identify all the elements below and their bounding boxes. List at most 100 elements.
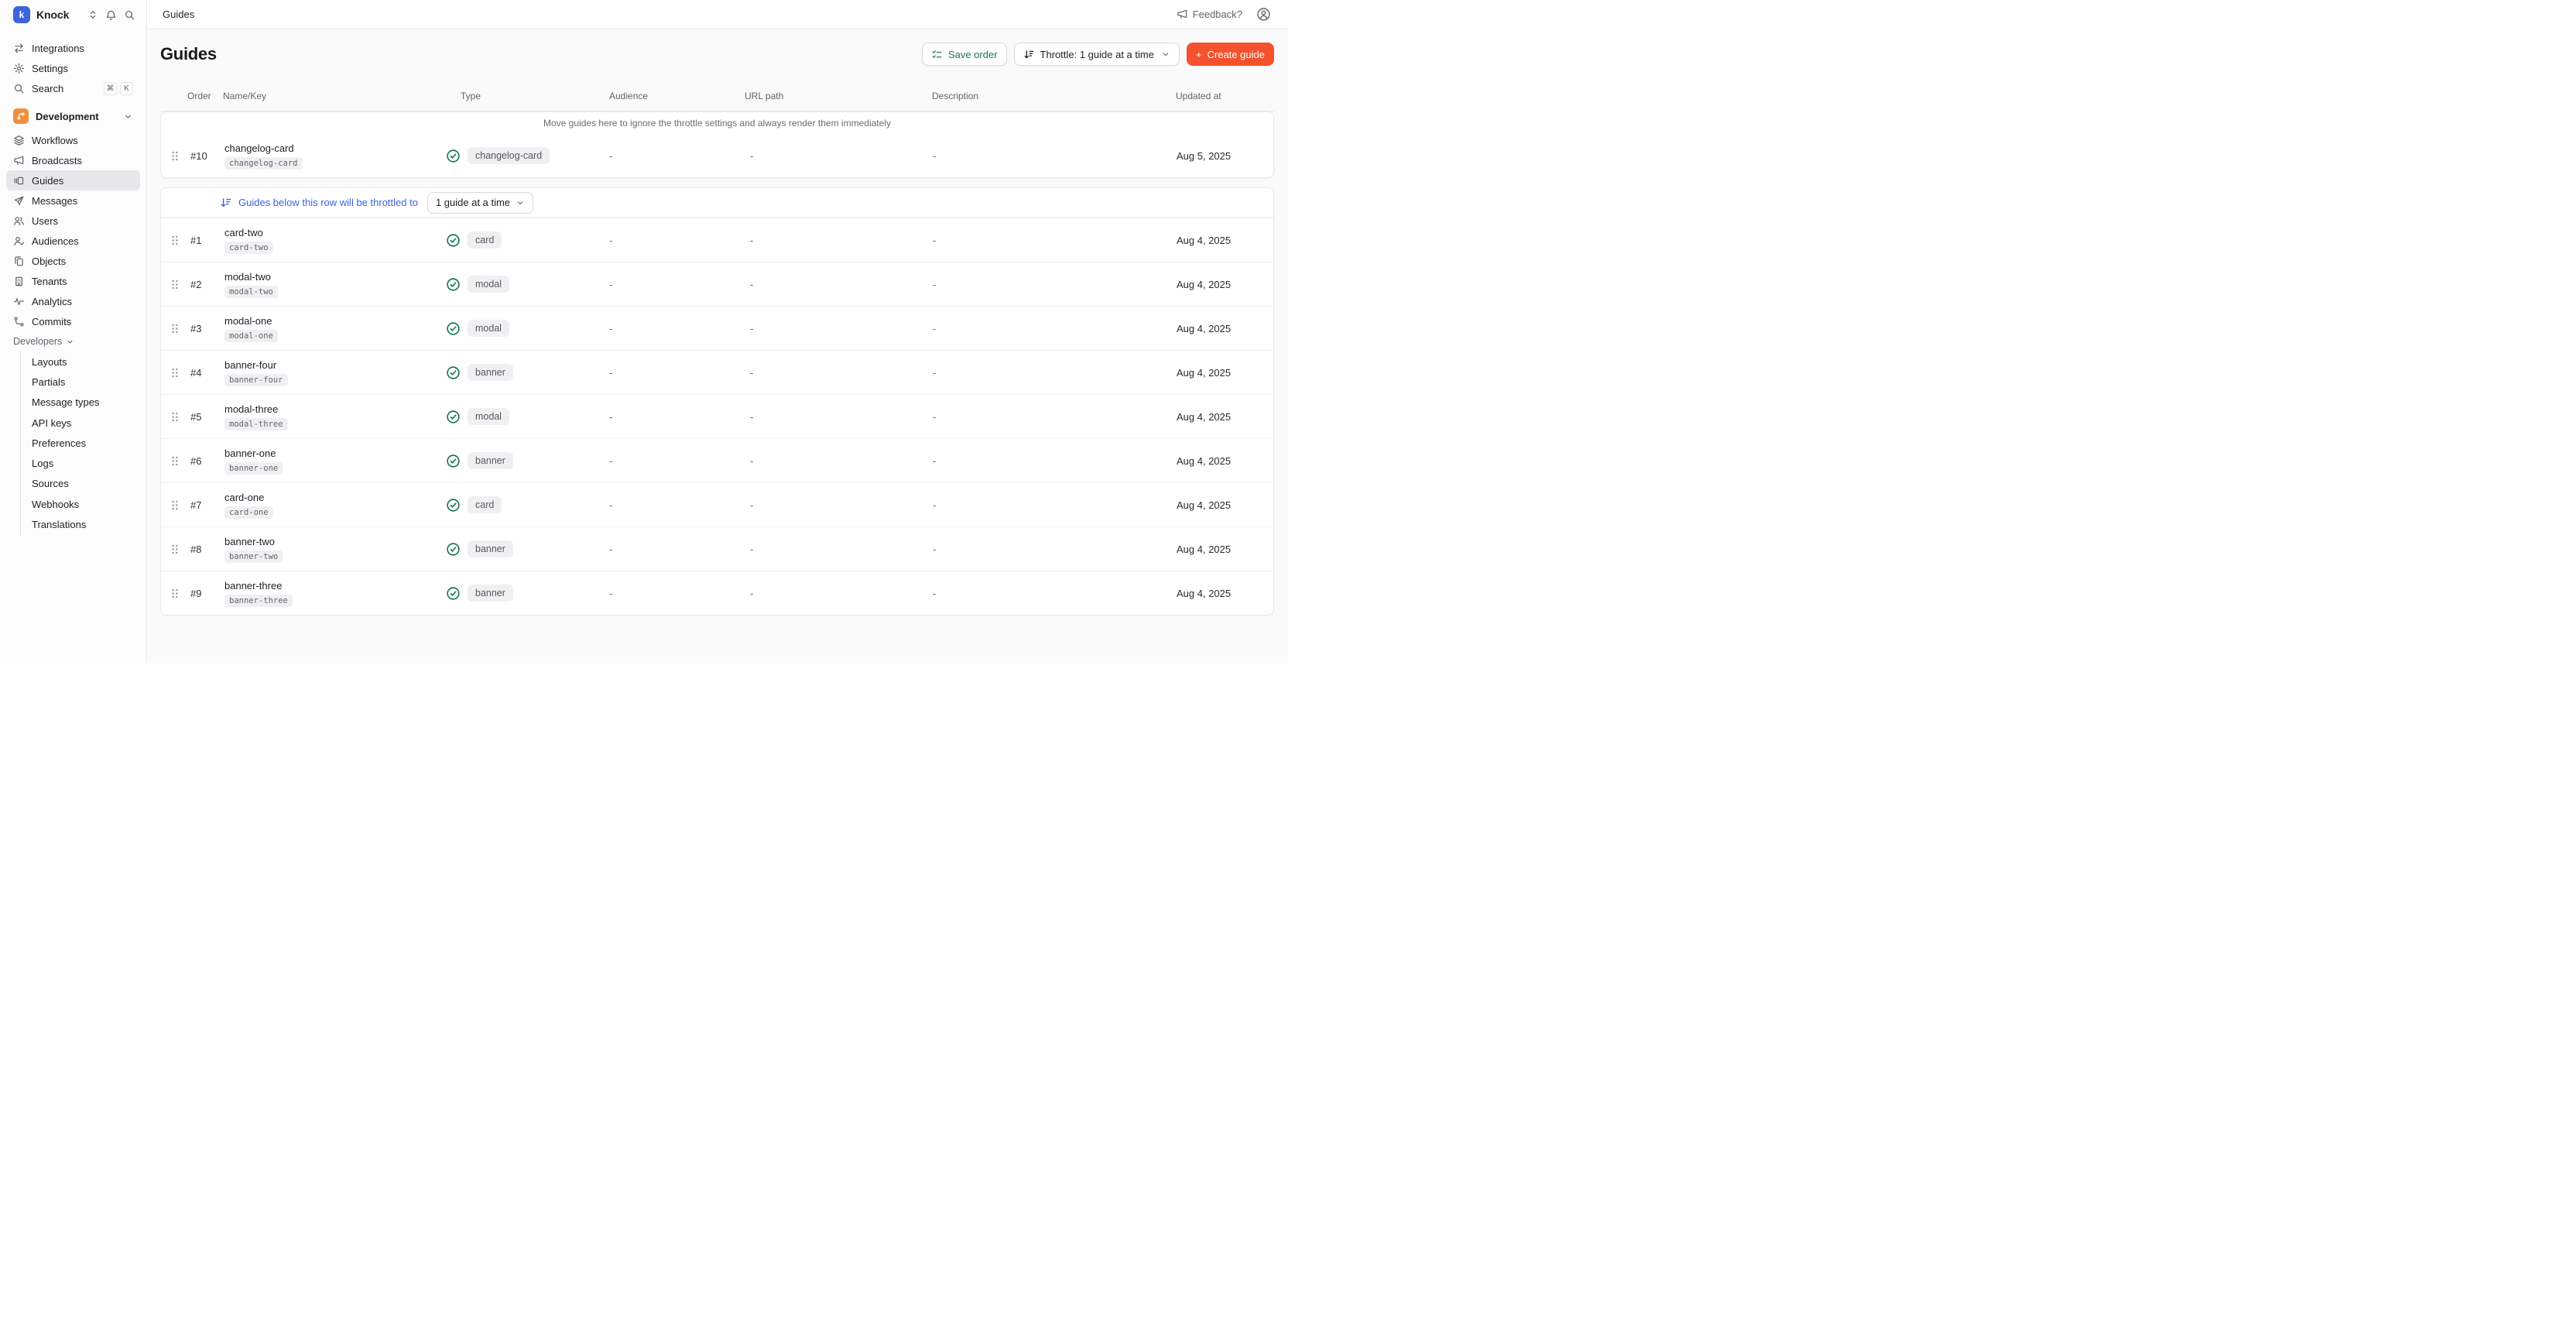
sidebar-item-broadcasts[interactable]: Broadcasts bbox=[6, 150, 140, 170]
workspace-switcher: k Knock bbox=[0, 0, 146, 29]
guides-page: Guides Save order Throttle: 1 guide at a… bbox=[147, 29, 1288, 615]
table-row[interactable]: #7 card-one card-one card - - - Aug 4, 2… bbox=[161, 482, 1273, 526]
drag-handle[interactable] bbox=[170, 322, 188, 335]
save-order-label: Save order bbox=[948, 49, 998, 60]
sidebar-item-messages[interactable]: Messages bbox=[6, 190, 140, 211]
search-icon[interactable] bbox=[124, 9, 135, 21]
audience-cell: - bbox=[608, 323, 745, 334]
sidebar-item-label: Guides bbox=[32, 175, 63, 187]
drag-handle[interactable] bbox=[170, 410, 188, 423]
guide-name[interactable]: banner-two bbox=[224, 536, 275, 547]
drag-handle[interactable] bbox=[170, 366, 188, 379]
table-row[interactable]: #6 banner-one banner-one banner - - - Au… bbox=[161, 438, 1273, 482]
guide-key-badge: modal-three bbox=[224, 418, 288, 430]
save-order-button[interactable]: Save order bbox=[922, 43, 1007, 66]
sidebar-item-sources[interactable]: Sources bbox=[21, 474, 140, 494]
notifications-bell-icon[interactable] bbox=[105, 9, 117, 21]
main-area: Guides Feedback? Guides Save order bbox=[147, 0, 1288, 664]
sidebar-section-developers[interactable]: Developers bbox=[6, 331, 140, 351]
throttled-guides-section: Guides below this row will be throttled … bbox=[160, 187, 1274, 615]
unthrottled-hint: Move guides here to ignore the throttle … bbox=[161, 112, 1273, 134]
user-avatar-icon[interactable] bbox=[1256, 7, 1271, 22]
guide-name[interactable]: banner-four bbox=[224, 359, 276, 371]
sidebar-item-preferences[interactable]: Preferences bbox=[21, 433, 140, 453]
feedback-button[interactable]: Feedback? bbox=[1177, 9, 1242, 20]
table-row[interactable]: #10 changelog-card changelog-card change… bbox=[161, 134, 1273, 177]
column-header-updated-at: Updated at bbox=[1173, 91, 1274, 101]
checklist-icon bbox=[931, 49, 943, 60]
throttle-amount-select[interactable]: 1 guide at a time bbox=[427, 192, 533, 214]
guide-type-badge: modal bbox=[468, 276, 509, 293]
table-row[interactable]: #8 banner-two banner-two banner - - - Au… bbox=[161, 526, 1273, 571]
description-cell: - bbox=[931, 455, 1174, 467]
users-icon bbox=[13, 215, 25, 227]
drag-handle[interactable] bbox=[170, 454, 188, 468]
workspace-updown-icon[interactable] bbox=[87, 9, 98, 20]
developers-sub-list: Layouts Partials Message types API keys … bbox=[20, 351, 140, 535]
sidebar-item-audiences[interactable]: Audiences bbox=[6, 231, 140, 251]
drag-handle[interactable] bbox=[170, 499, 188, 512]
sidebar-item-settings[interactable]: Settings bbox=[6, 58, 140, 78]
sidebar-item-label: Messages bbox=[32, 195, 77, 207]
sidebar-item-logs[interactable]: Logs bbox=[21, 453, 140, 473]
workspace-logo: k bbox=[13, 6, 30, 23]
url-path-cell: - bbox=[745, 588, 931, 599]
sidebar-item-integrations[interactable]: Integrations bbox=[6, 38, 140, 58]
sidebar-item-search[interactable]: Search ⌘ K bbox=[6, 78, 140, 98]
sidebar-item-webhooks[interactable]: Webhooks bbox=[21, 494, 140, 514]
row-order: #10 bbox=[188, 150, 224, 162]
environment-icon bbox=[13, 108, 29, 124]
plus-icon: + bbox=[1196, 49, 1202, 60]
drag-handle[interactable] bbox=[170, 234, 188, 247]
guide-name[interactable]: modal-three bbox=[224, 403, 278, 415]
row-order: #6 bbox=[188, 455, 224, 467]
table-row[interactable]: #3 modal-one modal-one modal - - - Aug 4… bbox=[161, 306, 1273, 350]
guide-name[interactable]: card-two bbox=[224, 227, 263, 238]
sidebar-item-tenants[interactable]: Tenants bbox=[6, 271, 140, 291]
updated-at-cell: Aug 4, 2025 bbox=[1174, 279, 1273, 290]
sidebar-item-guides[interactable]: Guides bbox=[6, 170, 140, 190]
environment-switcher[interactable]: Development bbox=[6, 105, 140, 128]
sidebar-item-commits[interactable]: Commits bbox=[6, 311, 140, 331]
sidebar-item-translations[interactable]: Translations bbox=[21, 514, 140, 534]
guide-name[interactable]: modal-two bbox=[224, 271, 271, 283]
pages-icon bbox=[13, 255, 25, 267]
guide-name[interactable]: modal-one bbox=[224, 315, 272, 327]
sidebar-item-partials[interactable]: Partials bbox=[21, 372, 140, 392]
audience-cell: - bbox=[608, 543, 745, 555]
table-header: Order Name/Key Type Audience URL path De… bbox=[160, 81, 1274, 111]
guide-name[interactable]: banner-one bbox=[224, 447, 276, 459]
swap-arrows-icon bbox=[13, 43, 25, 54]
page-title: Guides bbox=[160, 44, 217, 64]
throttle-dropdown-button[interactable]: Throttle: 1 guide at a time bbox=[1014, 43, 1180, 66]
guide-name[interactable]: banner-three bbox=[224, 580, 282, 591]
updated-at-cell: Aug 5, 2025 bbox=[1174, 150, 1273, 162]
audience-cell: - bbox=[608, 455, 745, 467]
breadcrumb: Guides bbox=[163, 9, 194, 20]
sidebar-item-label: Audiences bbox=[32, 235, 79, 247]
drag-handle[interactable] bbox=[170, 149, 188, 163]
table-row[interactable]: #9 banner-three banner-three banner - - … bbox=[161, 571, 1273, 615]
sidebar-item-message-types[interactable]: Message types bbox=[21, 393, 140, 413]
sidebar-item-layouts[interactable]: Layouts bbox=[21, 351, 140, 372]
create-guide-button[interactable]: + Create guide bbox=[1187, 43, 1274, 66]
sidebar-item-workflows[interactable]: Workflows bbox=[6, 130, 140, 150]
sidebar-item-analytics[interactable]: Analytics bbox=[6, 291, 140, 311]
guide-name[interactable]: card-one bbox=[224, 492, 264, 503]
table-row[interactable]: #4 banner-four banner-four banner - - - … bbox=[161, 350, 1273, 394]
drag-handle[interactable] bbox=[170, 278, 188, 291]
table-row[interactable]: #2 modal-two modal-two modal - - - Aug 4… bbox=[161, 262, 1273, 306]
drag-handle[interactable] bbox=[170, 543, 188, 556]
sidebar-item-objects[interactable]: Objects bbox=[6, 251, 140, 271]
table-row[interactable]: #5 modal-three modal-three modal - - - A… bbox=[161, 394, 1273, 438]
row-order: #5 bbox=[188, 411, 224, 423]
sidebar-item-label: Logs bbox=[32, 458, 53, 469]
gear-icon bbox=[13, 63, 25, 74]
sidebar-item-users[interactable]: Users bbox=[6, 211, 140, 231]
drag-handle[interactable] bbox=[170, 587, 188, 600]
app-window: k Knock Integrations Settin bbox=[0, 0, 1288, 664]
guide-name[interactable]: changelog-card bbox=[224, 142, 294, 154]
sidebar-item-api-keys[interactable]: API keys bbox=[21, 413, 140, 433]
table-row[interactable]: #1 card-two card-two card - - - Aug 4, 2… bbox=[161, 218, 1273, 262]
kbd-command: ⌘ bbox=[104, 82, 117, 95]
